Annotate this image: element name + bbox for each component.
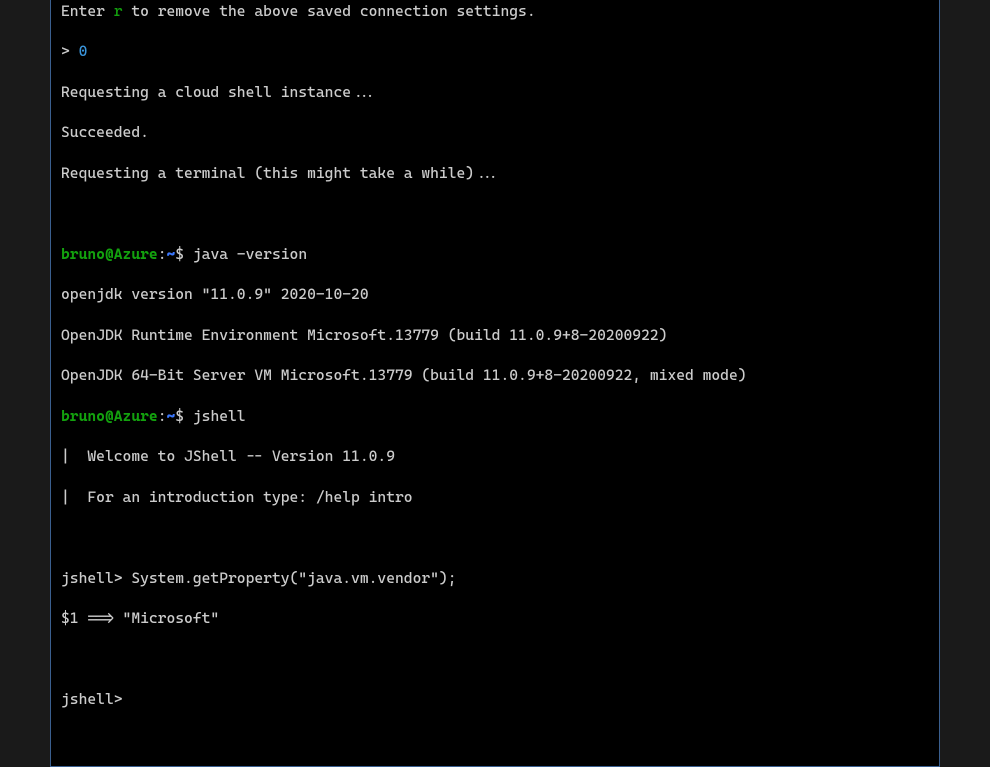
output-line: [61, 203, 929, 223]
output-line: Requesting a cloud shell instance...: [61, 82, 929, 102]
output-line: OpenJDK Runtime Environment Microsoft.13…: [61, 325, 929, 345]
output-line: Requesting a terminal (this might take a…: [61, 163, 929, 183]
terminal-output[interactable]: Tenant 0: Microsoft (microsoft.onmicroso…: [51, 0, 939, 766]
output-line: openjdk version "11.0.9" 2020-10-20: [61, 284, 929, 304]
prompt-line: jshell>: [61, 689, 929, 709]
terminal-window: Windows PowerShell ✕ bruno@Azure: ~ ✕ +: [50, 0, 940, 767]
output-line: | Welcome to JShell -- Version 11.0.9: [61, 446, 929, 466]
output-line: $1 ==> "Microsoft": [61, 608, 929, 628]
output-line: OpenJDK 64-Bit Server VM Microsoft.13779…: [61, 365, 929, 385]
output-line: [61, 649, 929, 669]
prompt-line: bruno@Azure:~$ jshell: [61, 406, 929, 426]
output-line: | For an introduction type: /help intro: [61, 487, 929, 507]
output-line: Succeeded.: [61, 122, 929, 142]
output-line: > 0: [61, 41, 929, 61]
output-line: Enter r to remove the above saved connec…: [61, 1, 929, 21]
output-line: [61, 527, 929, 547]
prompt-line: bruno@Azure:~$ java -version: [61, 244, 929, 264]
prompt-line: jshell> System.getProperty("java.vm.vend…: [61, 568, 929, 588]
